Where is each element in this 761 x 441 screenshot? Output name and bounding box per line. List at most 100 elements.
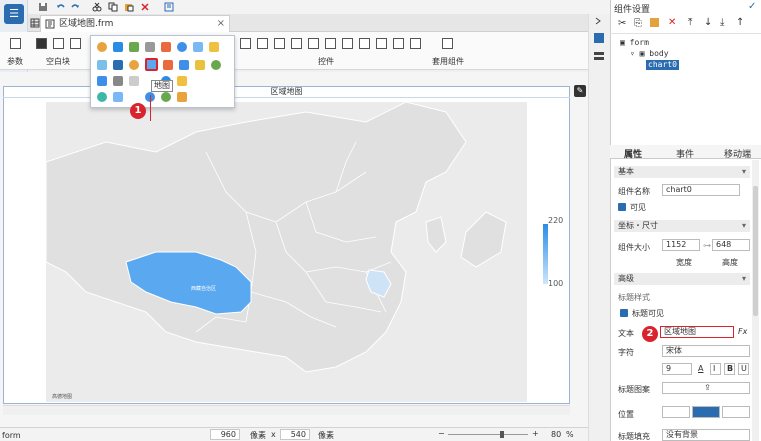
font-select[interactable]: 宋体 <box>662 345 750 357</box>
section-coords[interactable]: 坐标・尺寸 ▾ <box>614 220 750 232</box>
move-bottom-icon[interactable]: ⤓ <box>720 17 724 28</box>
frame-chart-icon[interactable] <box>113 76 123 86</box>
move-down-icon[interactable]: ↓ <box>704 17 712 28</box>
canvas-width-field[interactable]: 960 <box>210 429 240 440</box>
legend-gradient[interactable] <box>543 224 548 284</box>
font-size-select[interactable]: 9 <box>662 363 692 375</box>
dashboard-icon[interactable] <box>177 92 187 102</box>
flow-map-icon[interactable] <box>179 60 189 70</box>
paste-icon[interactable] <box>650 18 659 27</box>
underline-button[interactable]: U <box>738 363 749 375</box>
copy-icon[interactable] <box>108 2 118 12</box>
bold-button[interactable]: B <box>724 363 735 375</box>
copy-icon[interactable]: ⎘ <box>634 18 642 29</box>
widget-button[interactable] <box>376 38 387 49</box>
donut-chart-icon[interactable] <box>129 60 139 70</box>
height-field[interactable]: 648 <box>712 239 750 251</box>
align-right-button[interactable] <box>722 406 750 418</box>
save-icon[interactable] <box>38 2 48 12</box>
absolute-block-button[interactable] <box>70 38 81 49</box>
title-text-field[interactable]: 区域地图 <box>660 326 734 338</box>
area-chart-icon[interactable] <box>161 42 171 52</box>
confirm-icon[interactable]: ✓ <box>748 1 756 12</box>
region-map[interactable]: 西藏自治区 高德地图 <box>46 102 527 402</box>
tree-node-body[interactable]: ▿ ▣ body <box>630 49 669 59</box>
grid-icon[interactable] <box>30 18 40 28</box>
fill-select[interactable]: 没有背景 <box>662 429 750 441</box>
parameter-button[interactable] <box>10 38 21 49</box>
font-color-button[interactable]: A <box>698 364 703 373</box>
bubble-chart-icon[interactable] <box>97 60 107 70</box>
width-field[interactable]: 1152 <box>662 239 700 251</box>
region-map-icon[interactable] <box>145 58 158 71</box>
tab-events[interactable]: 事件 <box>676 147 694 160</box>
layer-panel-icon[interactable] <box>593 50 605 62</box>
column-chart-icon[interactable] <box>129 42 139 52</box>
delete-icon[interactable] <box>140 2 150 12</box>
preview-icon[interactable] <box>164 2 174 12</box>
bar-chart-icon[interactable] <box>113 42 123 52</box>
widget-button[interactable] <box>410 38 421 49</box>
widget-button[interactable] <box>308 38 319 49</box>
point-map-icon[interactable] <box>163 60 173 70</box>
move-top-icon[interactable]: ⤒ <box>688 17 692 28</box>
widget-button[interactable] <box>325 38 336 49</box>
gantt-chart-icon[interactable] <box>97 76 107 86</box>
widget-button[interactable] <box>291 38 302 49</box>
heatmap-icon[interactable] <box>177 76 187 86</box>
line-chart-icon[interactable] <box>145 42 155 52</box>
italic-button[interactable]: I <box>710 363 721 375</box>
align-center-button[interactable] <box>692 406 720 418</box>
zoom-out-icon[interactable]: − <box>438 429 445 438</box>
cut-icon[interactable] <box>92 2 102 12</box>
multi-pie-icon[interactable] <box>97 92 107 102</box>
progress-ring-icon[interactable] <box>161 92 171 102</box>
component-panel-icon[interactable] <box>593 32 605 44</box>
delete-icon[interactable]: ✕ <box>668 17 676 28</box>
title-img-upload[interactable]: ⇪ <box>662 382 750 394</box>
title-visible-checkbox[interactable] <box>620 309 628 317</box>
edit-icon[interactable]: ✎ <box>574 85 586 97</box>
rect-tree-icon[interactable] <box>129 76 139 86</box>
link-icon[interactable]: ⊶ <box>703 241 711 250</box>
widget-button[interactable] <box>257 38 268 49</box>
collapse-arrow-icon[interactable] <box>593 16 603 26</box>
cut-icon[interactable]: ✂ <box>618 18 626 29</box>
widget-button[interactable] <box>393 38 404 49</box>
panel-scrollbar-thumb[interactable] <box>753 186 758 316</box>
zoom-slider-thumb[interactable] <box>500 431 504 438</box>
visible-checkbox[interactable] <box>618 203 626 211</box>
tree-node-form[interactable]: ▣ form <box>620 38 649 48</box>
word-cloud-icon[interactable] <box>211 60 221 70</box>
section-basic[interactable]: 基本 ▾ <box>614 166 750 178</box>
widget-button[interactable] <box>240 38 251 49</box>
canvas-height-field[interactable]: 540 <box>280 429 310 440</box>
pie-chart-icon[interactable] <box>97 42 107 52</box>
zoom-slider[interactable] <box>448 434 528 435</box>
gauge-chart-icon[interactable] <box>177 42 187 52</box>
horizontal-scrollbar[interactable] <box>3 405 570 415</box>
radar-chart-icon[interactable] <box>193 42 203 52</box>
tab-block-button[interactable] <box>53 38 64 49</box>
funnel-chart-icon[interactable] <box>195 60 205 70</box>
move-up-icon[interactable]: ↑ <box>736 17 744 28</box>
combo-chart-icon[interactable] <box>113 60 123 70</box>
widget-button[interactable] <box>359 38 370 49</box>
widget-button[interactable] <box>342 38 353 49</box>
undo-icon[interactable] <box>56 2 66 12</box>
paste-icon[interactable] <box>124 2 134 12</box>
tree-node-chart[interactable]: chart0 <box>646 60 679 70</box>
close-icon[interactable]: × <box>217 16 225 32</box>
tab-region-map[interactable]: 区域地图.frm × <box>40 15 230 32</box>
scatter-chart-icon[interactable] <box>209 42 219 52</box>
blank-block-button[interactable] <box>36 38 47 49</box>
app-logo-icon[interactable]: ☰ <box>4 4 24 24</box>
box-chart-icon[interactable] <box>113 92 123 102</box>
align-left-button[interactable] <box>662 406 690 418</box>
tab-mobile[interactable]: 移动端 <box>724 147 751 160</box>
comp-name-field[interactable]: chart0 <box>662 184 740 196</box>
formula-button[interactable]: Fx <box>738 327 747 336</box>
tab-properties[interactable]: 属性 <box>624 147 642 160</box>
widget-button[interactable] <box>274 38 285 49</box>
redo-icon[interactable] <box>70 2 80 12</box>
